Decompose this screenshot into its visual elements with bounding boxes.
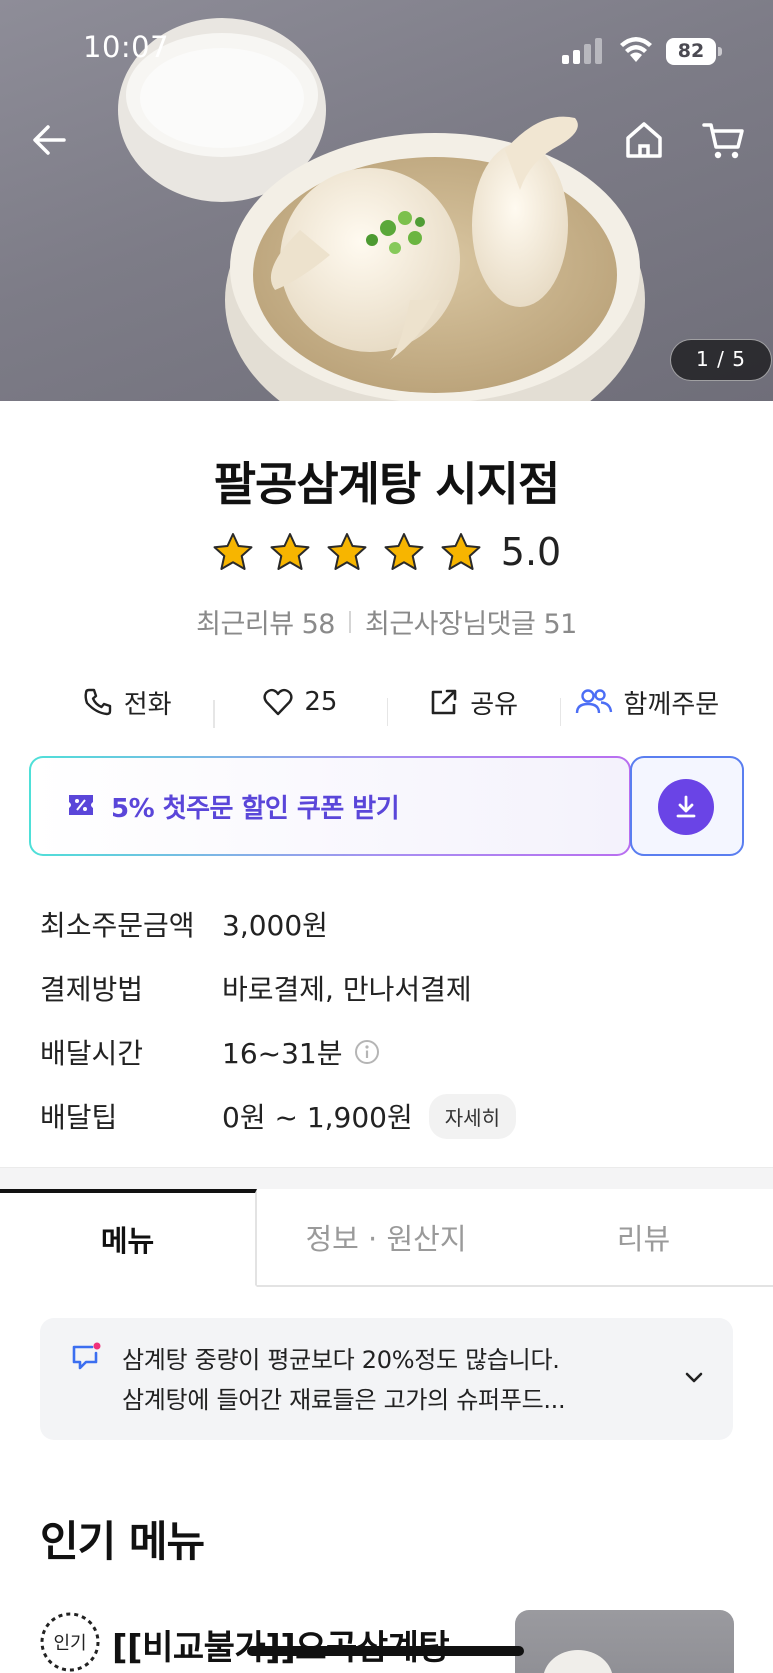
store-info-list: 최소주문금액 3,000원 결제방법 바로결제, 만나서결제 배달시간 16~3… (40, 892, 740, 1148)
notice-line-1: 삼계탕 중량이 평균보다 20%정도 많습니다. (122, 1346, 560, 1374)
rating-score: 5.0 (500, 530, 562, 574)
menu-item[interactable]: 인기 [[비교불가]]오곡삼계탕 (0, 1600, 773, 1673)
group-order-button[interactable]: 함께주문 (559, 684, 733, 726)
coupon-download-button[interactable] (630, 756, 744, 856)
store-hero-image[interactable]: 10:07 82 1 / 5 (0, 0, 773, 401)
tab-info-origin[interactable]: 정보 · 원산지 (257, 1189, 515, 1285)
group-people-icon (575, 689, 612, 714)
home-icon[interactable] (620, 116, 668, 164)
share-icon (431, 689, 457, 715)
popular-menu-title: 인기 메뉴 (40, 1517, 205, 1566)
popular-badge: 인기 (40, 1612, 100, 1672)
delivery-time-row: 배달시간 16~31분 (40, 1020, 740, 1084)
popular-badge-label: 인기 (53, 1633, 86, 1654)
star-icon (327, 533, 367, 570)
store-tabs: 메뉴 정보 · 원산지 리뷰 (0, 1189, 773, 1287)
tab-menu[interactable]: 메뉴 (0, 1189, 257, 1287)
download-icon (676, 795, 696, 818)
review-summary[interactable]: 최근리뷰 58 최근사장님댓글 51 (0, 602, 773, 641)
coupon-banner[interactable]: 5% 첫주문 할인 쿠폰 받기 (29, 756, 631, 856)
cart-icon[interactable] (700, 116, 748, 164)
status-time: 10:07 (83, 30, 170, 64)
store-name: 팔공삼계탕 시지점 (213, 457, 561, 511)
phone-icon (84, 688, 111, 716)
payment-method-row: 결제방법 바로결제, 만나서결제 (40, 956, 740, 1020)
star-icon (384, 533, 424, 570)
section-divider (0, 1167, 773, 1189)
battery-icon: 82 (666, 38, 722, 65)
share-button[interactable]: 공유 (386, 684, 560, 726)
min-order-row: 최소주문금액 3,000원 (40, 892, 740, 956)
menu-item-name: [[비교불가]]오곡삼계탕 (112, 1620, 450, 1669)
coupon-ticket-icon (69, 795, 93, 815)
notice-speech-icon (72, 1342, 101, 1370)
back-arrow-icon[interactable] (26, 116, 74, 164)
image-page-indicator: 1 / 5 (670, 339, 772, 381)
delivery-tip-row: 배달팁 0원 ~ 1,900원 자세히 (40, 1084, 740, 1148)
min-order-label: 최소주문금액 (40, 909, 195, 942)
group-order-label: 함께주문 (623, 689, 720, 720)
payment-method-label: 결제방법 (40, 973, 144, 1006)
owner-notice[interactable]: 삼계탕 중량이 평균보다 20%정도 많습니다. 삼계탕에 들어간 재료들은 고… (40, 1318, 733, 1440)
battery-level: 82 (666, 38, 716, 65)
star-icon (213, 533, 253, 570)
owner-replies-count[interactable]: 최근사장님댓글 51 (365, 602, 577, 641)
delivery-tip-value: 0원 ~ 1,900원 (222, 1101, 413, 1134)
coupon-label: 5% 첫주문 할인 쿠폰 받기 (111, 794, 400, 824)
info-circle-icon[interactable] (354, 1039, 380, 1065)
delivery-time-label: 배달시간 (40, 1037, 144, 1070)
like-button[interactable]: 25 (213, 686, 386, 728)
home-indicator (247, 1646, 524, 1656)
chevron-down-icon[interactable] (680, 1364, 708, 1392)
star-icon (270, 533, 310, 570)
recent-reviews-count[interactable]: 최근리뷰 58 (196, 602, 335, 641)
wifi-icon (620, 37, 652, 62)
share-label: 공유 (470, 689, 519, 720)
store-rating[interactable]: 5.0 (0, 530, 773, 574)
delivery-tip-detail-button[interactable]: 자세히 (428, 1093, 516, 1139)
heart-icon (263, 688, 293, 716)
tab-reviews[interactable]: 리뷰 (515, 1189, 772, 1285)
call-label: 전화 (123, 689, 172, 720)
min-order-value: 3,000원 (222, 909, 328, 942)
call-button[interactable]: 전화 (40, 684, 213, 721)
like-count: 25 (304, 687, 338, 717)
divider (348, 610, 351, 633)
menu-item-thumbnail (515, 1610, 734, 1673)
delivery-time-value: 16~31분 (222, 1037, 343, 1070)
star-icon (441, 533, 481, 570)
payment-method-value: 바로결제, 만나서결제 (222, 973, 472, 1006)
delivery-tip-label: 배달팁 (40, 1101, 118, 1134)
status-bar: 10:07 82 (0, 0, 773, 100)
store-actions: 전화 25 공유 함께주문 (40, 674, 733, 730)
cellular-signal-icon (562, 38, 602, 64)
notice-line-2: 삼계탕에 들어간 재료들은 고가의 슈퍼푸드... (122, 1386, 566, 1414)
